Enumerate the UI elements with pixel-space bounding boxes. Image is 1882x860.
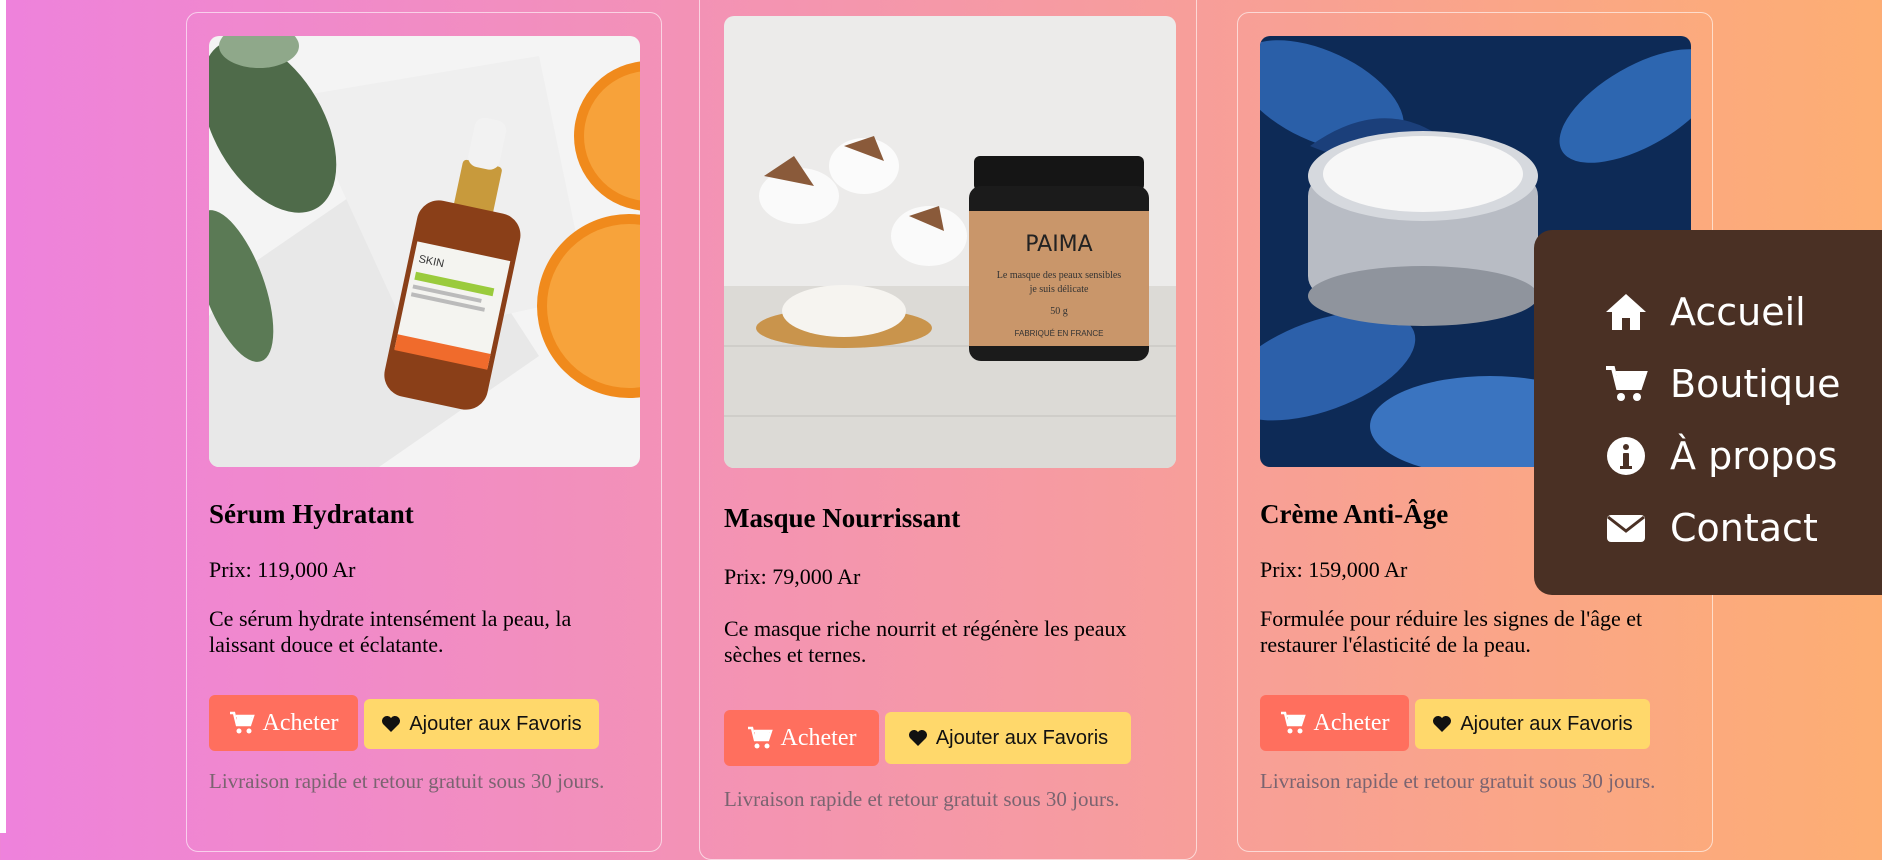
menu-item-label: Boutique [1670,362,1841,406]
jar-origin-text: FABRIQUÉ EN FRANCE [1015,329,1104,338]
cart-icon [229,711,255,735]
delivery-note: Livraison rapide et retour gratuit sous … [209,769,605,793]
favorite-button-label: Ajouter aux Favoris [409,712,582,735]
product-title: Sérum Hydratant [209,499,414,529]
product-title: Crème Anti-Âge [1260,499,1449,529]
cart-icon [747,726,773,750]
buy-button-label: Acheter [1313,709,1390,736]
heart-icon [1432,715,1452,733]
product-description: Ce masque riche nourrit et régénère les … [724,616,1127,667]
favorite-button-label: Ajouter aux Favoris [1460,712,1633,735]
envelope-icon [1604,506,1648,550]
product-price: Prix: 119,000 Ar [209,557,356,582]
buy-button-label: Acheter [780,724,857,751]
product-image-masque: PAIMA Le masque des peaux sensibles je s… [724,16,1176,468]
menu-item-apropos[interactable]: À propos [1604,434,1837,478]
heart-icon [381,715,401,733]
product-card-masque: PAIMA Le masque des peaux sensibles je s… [699,0,1197,860]
product-price: Prix: 159,000 Ar [1260,557,1408,582]
buy-button[interactable]: Acheter [724,710,879,766]
menu-item-boutique[interactable]: Boutique [1604,362,1840,406]
menu-item-accueil[interactable]: Accueil [1604,290,1806,334]
add-favorite-button[interactable]: Ajouter aux Favoris [885,712,1131,764]
page-edge [0,0,6,833]
home-icon [1604,290,1648,334]
add-favorite-button[interactable]: Ajouter aux Favoris [1415,699,1650,749]
heart-icon [908,729,928,747]
delivery-note: Livraison rapide et retour gratuit sous … [1260,769,1656,793]
menu-item-contact[interactable]: Contact [1604,506,1818,550]
buy-button[interactable]: Acheter [1260,695,1409,751]
product-title: Masque Nourrissant [724,503,961,533]
cart-icon [1604,362,1648,406]
product-description: Formulée pour réduire les signes de l'âg… [1260,606,1643,657]
buy-button-label: Acheter [262,709,339,736]
jar-brand-text: PAIMA [1025,232,1092,257]
add-favorite-button[interactable]: Ajouter aux Favoris [364,699,599,749]
product-description: Ce sérum hydrate intensément la peau, la… [209,606,572,657]
favorite-button-label: Ajouter aux Favoris [935,726,1109,749]
buy-button[interactable]: Acheter [209,695,358,751]
cart-icon [1280,711,1306,735]
jar-weight-text: 50 g [1050,306,1068,317]
menu-item-label: Contact [1670,506,1818,550]
info-icon [1604,434,1648,478]
product-image-serum: SKIN [209,36,640,467]
menu-item-label: Accueil [1670,290,1806,334]
menu-item-label: À propos [1670,434,1838,478]
nav-menu: Accueil Boutique À propos Contact [1534,230,1882,595]
product-card-serum: SKIN Sérum Hydratant Prix: 119,000 Ar Ce… [186,12,662,852]
product-price: Prix: 79,000 Ar [724,564,861,589]
jar-line2-text: je suis délicate [1029,284,1089,295]
delivery-note: Livraison rapide et retour gratuit sous … [724,787,1120,811]
jar-line1-text: Le masque des peaux sensibles [997,270,1122,281]
